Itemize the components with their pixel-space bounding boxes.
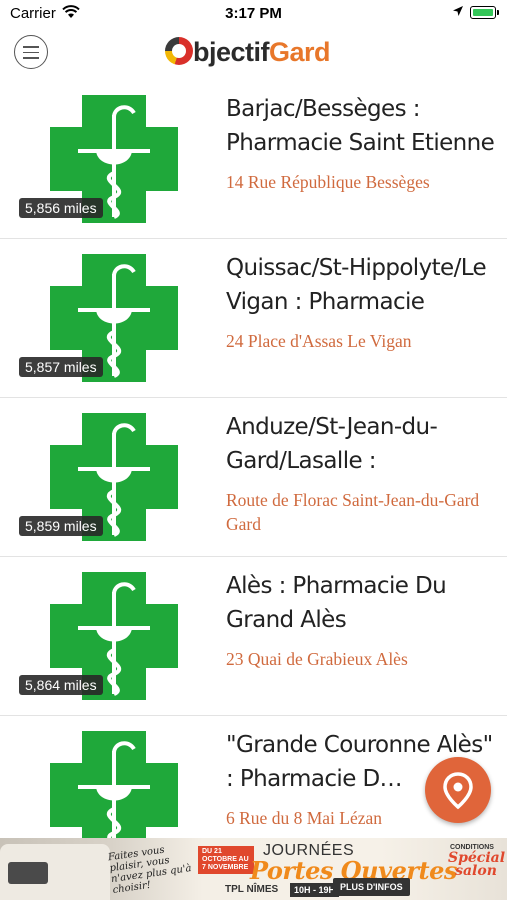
logo-text-objectif: bjectif	[193, 37, 270, 67]
app-header: bjectifGard	[0, 28, 507, 80]
camper-van-image	[0, 844, 110, 900]
status-bar: Carrier 3:17 PM	[0, 0, 507, 28]
location-arrow-icon	[453, 6, 463, 16]
objectif-gard-logo[interactable]: bjectifGard	[165, 34, 331, 70]
distance-badge: 5,859 miles	[19, 516, 103, 536]
pharmacy-thumbnail: 5,864 miles	[18, 571, 190, 701]
ad-hours: 10H - 19H	[290, 883, 340, 897]
battery-cap	[497, 10, 499, 15]
menu-line-icon	[23, 46, 39, 48]
ad-more-info-button[interactable]: PLUS D'INFOS	[333, 878, 410, 896]
hamburger-menu-button[interactable]	[14, 35, 48, 69]
list-item[interactable]: 5,857 miles Quissac/St-Hippolyte/Le Viga…	[0, 239, 507, 398]
pharmacy-address: 24 Place d'Assas Le Vigan	[226, 331, 412, 351]
distance-badge: 5,857 miles	[19, 357, 103, 377]
pharmacy-title: Alès : Pharmacie Du Grand Alès	[226, 573, 447, 633]
pharmacy-address: 14 Rue République Bessèges	[226, 172, 430, 192]
pharmacy-address: 23 Quai de Grabieux Alès	[226, 649, 408, 669]
ad-dates: DU 21 OCTOBRE AU 7 NOVEMBRE	[198, 846, 254, 874]
menu-line-icon	[23, 51, 39, 53]
pharmacy-title: Quissac/St-Hippolyte/Le Vigan : Pharmaci…	[226, 255, 487, 315]
pharmacy-thumbnail: 5,856 miles	[18, 94, 190, 224]
ad-special-salon: Spécial salon	[448, 850, 506, 879]
clock: 3:17 PM	[225, 5, 282, 22]
map-pin-icon	[443, 772, 473, 810]
logo-o-icon	[165, 37, 193, 65]
list-item[interactable]: 5,856 miles Barjac/Bessèges : Pharmacie …	[0, 80, 507, 239]
battery-icon	[470, 6, 496, 19]
map-view-button[interactable]	[425, 757, 491, 823]
pharmacy-thumbnail: 5,857 miles	[18, 253, 190, 383]
logo-text-gard: Gard	[269, 37, 331, 67]
pharmacy-address: Route de Florac Saint-Jean-du-Gard Gard	[226, 490, 480, 534]
distance-badge: 5,864 miles	[19, 675, 103, 695]
ad-slogan: Faites vous plaisir, vous n'avez plus qu…	[107, 844, 193, 897]
pharmacy-title: Anduze/St-Jean-du-Gard/Lasalle : Pharmac…	[226, 414, 438, 474]
ad-venue: TPL NÎMES	[225, 884, 279, 895]
ad-banner[interactable]: Faites vous plaisir, vous n'avez plus qu…	[0, 838, 507, 900]
pharmacy-title: Barjac/Bessèges : Pharmacie Saint Etienn…	[226, 96, 495, 156]
list-item[interactable]: 5,864 miles Alès : Pharmacie Du Grand Al…	[0, 557, 507, 716]
distance-badge: 5,856 miles	[19, 198, 103, 218]
list-item[interactable]: 5,859 miles Anduze/St-Jean-du-Gard/Lasal…	[0, 398, 507, 557]
menu-line-icon	[23, 57, 39, 59]
pharmacy-thumbnail: 5,859 miles	[18, 412, 190, 542]
